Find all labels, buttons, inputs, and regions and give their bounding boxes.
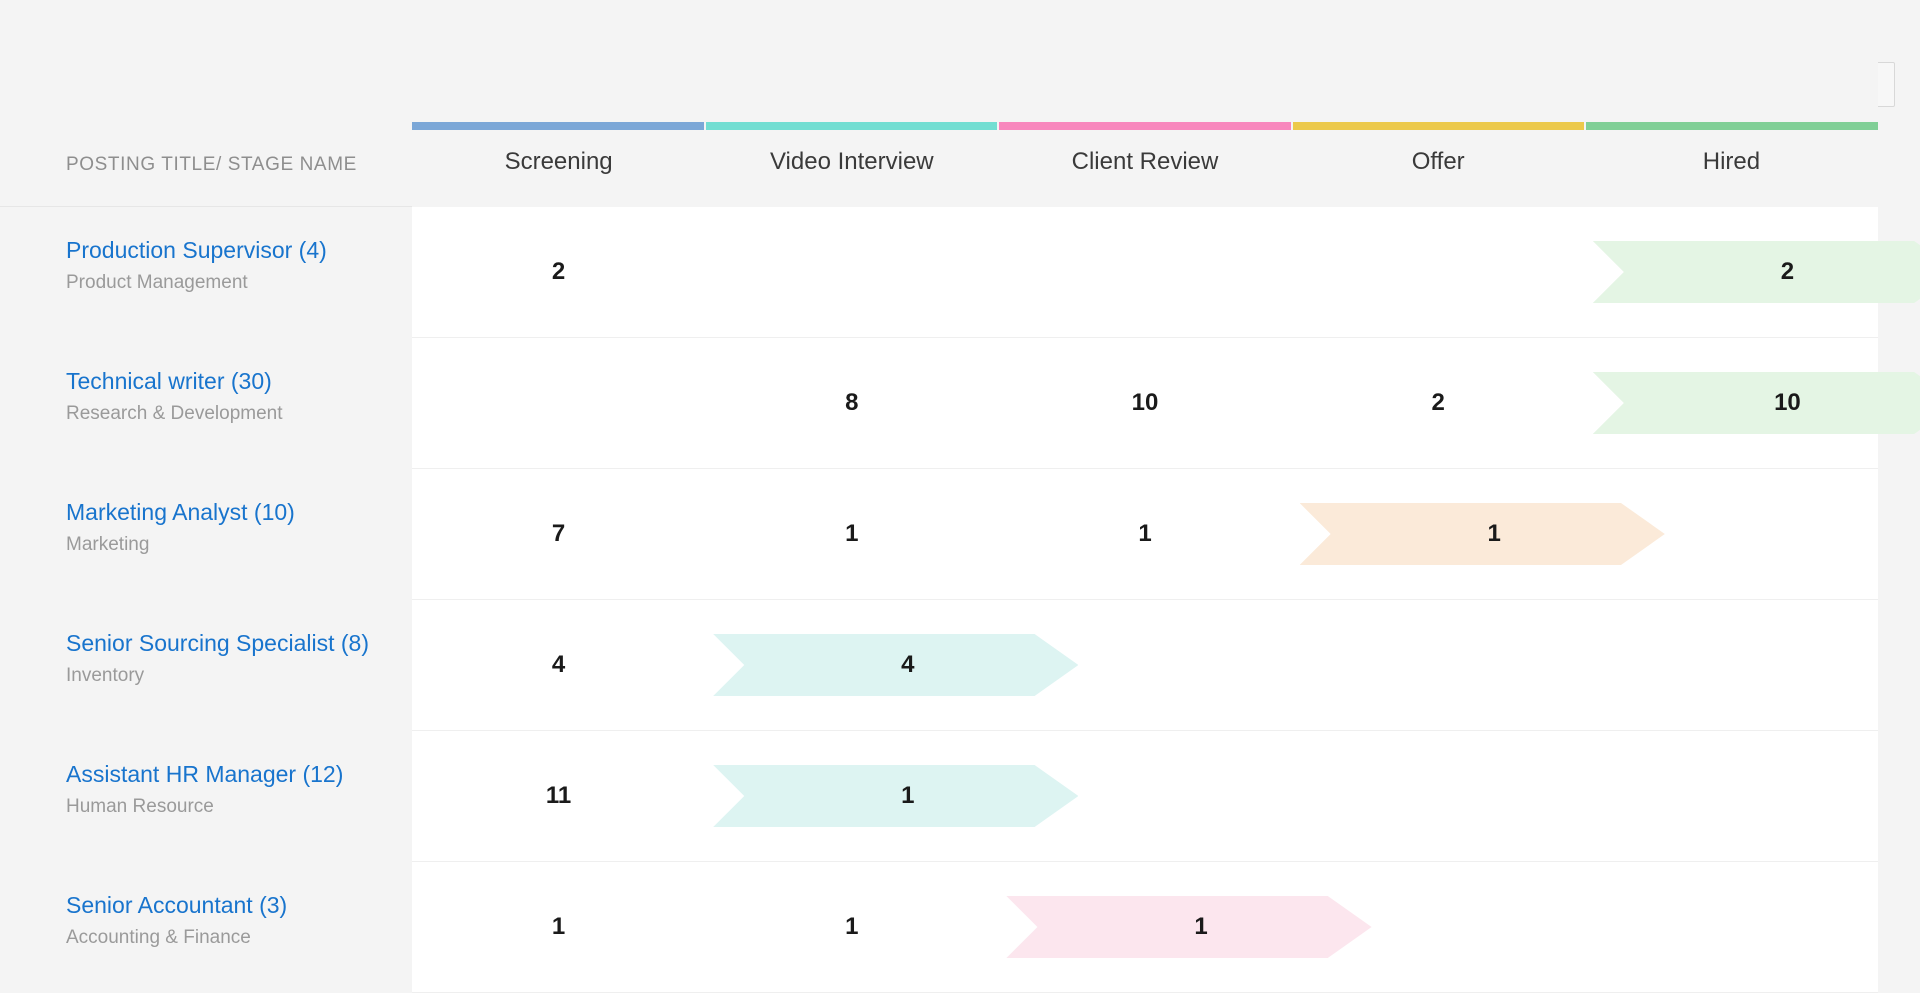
stage-cell[interactable]: 2 xyxy=(412,207,705,337)
stage-cell[interactable]: 1 xyxy=(705,469,998,599)
stage-count: 2 xyxy=(1781,258,1794,286)
stage-color-bar-2 xyxy=(999,122,1293,130)
posting-department: Human Resource xyxy=(66,793,402,822)
stage-cell xyxy=(1585,469,1878,599)
stage-count: 2 xyxy=(1432,389,1445,417)
stage-count: 1 xyxy=(1488,520,1501,548)
posting-list-item: Senior Accountant (3) Accounting & Financ… xyxy=(0,862,412,993)
posting-list-item: Marketing Analyst (10) Marketing xyxy=(0,469,412,600)
posting-department: Accounting & Finance xyxy=(66,924,402,953)
posting-title-link[interactable]: Technical writer (30) xyxy=(66,366,402,397)
stage-cell[interactable]: 1 xyxy=(998,469,1291,599)
table-row: 1 1 1 xyxy=(412,862,1878,993)
posting-department: Product Management xyxy=(66,269,402,298)
posting-list-item: Senior Sourcing Specialist (8) Inventory xyxy=(0,600,412,731)
stage-count: 4 xyxy=(901,651,914,679)
stage-chevron-highlight[interactable]: 2 xyxy=(1593,241,1920,303)
stage-count: 10 xyxy=(1774,389,1801,417)
posting-list-item: Technical writer (30) Research & Developm… xyxy=(0,338,412,469)
stage-cell[interactable]: 8 xyxy=(705,338,998,468)
stage-count: 1 xyxy=(901,782,914,810)
stage-count: 1 xyxy=(1138,520,1151,548)
posting-department: Research & Development xyxy=(66,400,402,429)
stage-chevron-highlight[interactable]: 10 xyxy=(1593,372,1920,434)
stage-cell xyxy=(1292,600,1585,730)
stage-cell[interactable]: 4 xyxy=(412,600,705,730)
posting-title-link[interactable]: Production Supervisor (4) xyxy=(66,235,402,266)
stage-name-2: Client Review xyxy=(998,148,1291,176)
stage-cell xyxy=(998,207,1291,337)
stage-name-0: Screening xyxy=(412,148,705,176)
stage-color-bar-4 xyxy=(1586,122,1878,130)
stage-color-bar-0 xyxy=(412,122,706,130)
stage-cell xyxy=(705,207,998,337)
stage-cell[interactable]: 1 xyxy=(412,862,705,992)
posting-department: Marketing xyxy=(66,531,402,560)
stage-count: 1 xyxy=(845,520,858,548)
stage-name-1: Video Interview xyxy=(705,148,998,176)
stage-cell[interactable]: 7 xyxy=(412,469,705,599)
stage-count: 1 xyxy=(552,913,565,941)
stage-count: 8 xyxy=(845,389,858,417)
posting-department: Inventory xyxy=(66,662,402,691)
table-row: 111 xyxy=(412,731,1878,862)
stage-count: 4 xyxy=(552,651,565,679)
posting-label-column: POSTING TITLE/ STAGE NAME Production Sup… xyxy=(0,0,412,993)
stage-cell[interactable]: 4 xyxy=(705,600,998,730)
posting-title-link[interactable]: Senior Sourcing Specialist (8) xyxy=(66,628,402,659)
stage-name-4: Hired xyxy=(1585,148,1878,176)
stage-count: 1 xyxy=(1194,913,1207,941)
table-row: 22 xyxy=(412,207,1878,338)
stage-color-bar-3 xyxy=(1293,122,1587,130)
table-row: 8 10 2 10 xyxy=(412,338,1878,469)
stage-cell xyxy=(998,600,1291,730)
posting-list-item: Assistant HR Manager (12) Human Resource xyxy=(0,731,412,862)
stage-cell xyxy=(1585,862,1878,992)
posting-title-link[interactable]: Marketing Analyst (10) xyxy=(66,497,402,528)
stage-cell[interactable]: 10 xyxy=(1585,338,1878,468)
stage-cell xyxy=(1585,600,1878,730)
stage-cell[interactable]: 11 xyxy=(412,731,705,861)
stage-name-3: Offer xyxy=(1292,148,1585,176)
stage-count: 10 xyxy=(1132,389,1159,417)
stage-count: 11 xyxy=(546,782,571,810)
stage-color-bar-1 xyxy=(706,122,1000,130)
pipeline-dashboard: All Users All Clients POSTING TITLE/ STA… xyxy=(0,0,1920,993)
pipeline-grid: ScreeningVideo InterviewClient ReviewOff… xyxy=(412,0,1878,993)
grid-body: 22810210711144111111 xyxy=(412,207,1878,993)
posting-list: Production Supervisor (4) Product Managem… xyxy=(0,207,412,993)
stage-color-bars xyxy=(412,122,1878,130)
stage-cell[interactable]: 2 xyxy=(1585,207,1878,337)
posting-title-link[interactable]: Senior Accountant (3) xyxy=(66,890,402,921)
stage-cell xyxy=(1292,731,1585,861)
stage-cell xyxy=(412,338,705,468)
stage-cell[interactable]: 1 xyxy=(705,862,998,992)
stage-cell[interactable]: 1 xyxy=(1292,469,1585,599)
stage-cell[interactable]: 10 xyxy=(998,338,1291,468)
stage-name-row: ScreeningVideo InterviewClient ReviewOff… xyxy=(412,148,1878,176)
posting-list-item: Production Supervisor (4) Product Managem… xyxy=(0,207,412,338)
stage-cell[interactable]: 1 xyxy=(998,862,1291,992)
grid-header: ScreeningVideo InterviewClient ReviewOff… xyxy=(412,0,1878,207)
stage-cell xyxy=(998,731,1291,861)
stage-cell xyxy=(1292,207,1585,337)
stage-cell xyxy=(1292,862,1585,992)
posting-title-link[interactable]: Assistant HR Manager (12) xyxy=(66,759,402,790)
stage-cell[interactable]: 1 xyxy=(705,731,998,861)
stage-count: 1 xyxy=(845,913,858,941)
posting-column-header-label: POSTING TITLE/ STAGE NAME xyxy=(66,154,357,176)
stage-count: 7 xyxy=(552,520,565,548)
table-row: 44 xyxy=(412,600,1878,731)
posting-column-header: POSTING TITLE/ STAGE NAME xyxy=(0,0,412,207)
stage-cell[interactable]: 2 xyxy=(1292,338,1585,468)
stage-count: 2 xyxy=(552,258,565,286)
table-row: 7 1 1 1 xyxy=(412,469,1878,600)
stage-cell xyxy=(1585,731,1878,861)
